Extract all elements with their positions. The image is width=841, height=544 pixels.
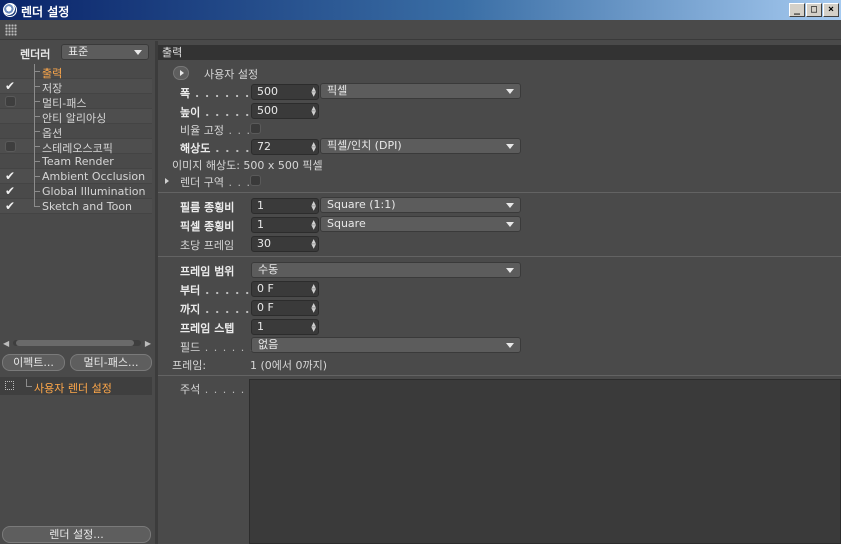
sidebar-item-multipass[interactable]: 멀티-패스 [0,94,152,110]
separator [158,256,841,257]
sidebar-item-global-illumination[interactable]: ✔ Global Illumination [0,184,152,199]
chevron-down-icon [506,89,514,94]
render-region-label: 렌더 구역 . . . [180,176,251,189]
fields-select[interactable]: 없음 [251,337,521,353]
sidebar-item-label: Team Render [42,155,114,168]
chevron-down-icon [506,222,514,227]
render-settings-button[interactable]: 렌더 설정... [2,526,151,543]
notes-label: 주석 . . . . . . [180,383,255,396]
chevron-down-icon [506,343,514,348]
custom-setting-label: 사용자 렌더 설정 [34,382,112,395]
from-input[interactable]: 0 F ▲ ▼ [251,281,319,297]
frames-value: 1 (0에서 0까지) [250,359,328,372]
checkmark-icon[interactable]: ✔ [5,170,16,182]
sidebar: 렌더러 표준 출력 ✔ 저장 멀티-패스 안티 알리아싱 옵션 스테레오스코픽 … [0,41,155,544]
pixel-aspect-input[interactable]: 1 ▲ ▼ [251,217,319,233]
checkbox-unchecked[interactable] [5,96,16,107]
sidebar-item-options[interactable]: 옵션 [0,124,152,140]
expand-icon[interactable] [5,381,14,390]
scroll-right-icon[interactable]: ▶ [145,339,151,348]
separator [158,375,841,376]
custom-render-setting-item[interactable]: 사용자 렌더 설정 [0,377,152,395]
sidebar-item-team-render[interactable]: Team Render [0,154,152,169]
frame-step-input[interactable]: 1 ▲ ▼ [251,319,319,335]
checkmark-icon[interactable]: ✔ [5,185,16,197]
chevron-down-icon [134,50,142,55]
close-button[interactable]: × [823,3,839,17]
sidebar-item-ambient-occlusion[interactable]: ✔ Ambient Occlusion [0,169,152,184]
resolution-label: 해상도 . . . . . [180,142,261,155]
preset-menu-button[interactable] [173,66,189,80]
checkbox-unchecked[interactable] [5,141,16,152]
chevron-down-icon [506,144,514,149]
checkmark-icon[interactable]: ✔ [5,80,16,92]
renderer-value: 표준 [68,45,89,58]
output-settings-panel: 출력 사용자 설정 폭 . . . . . . . . . 500 ▲ ▼ 픽셀 높… [158,41,841,544]
scrollbar-thumb[interactable] [16,340,134,346]
sidebar-item-label: Ambient Occlusion [42,170,146,183]
section-title: 출력 [158,45,841,60]
menu-bar [0,20,841,40]
sidebar-item-output[interactable]: 출력 [0,64,152,80]
width-unit-select[interactable]: 픽셀 [320,83,521,99]
lock-ratio-checkbox[interactable] [250,123,261,134]
pixel-aspect-label: 픽셀 종횡비 [180,220,235,233]
preset-label: 사용자 설정 [204,68,259,81]
resolution-input[interactable]: 72 ▲ ▼ [251,139,319,155]
sidebar-item-stereoscopic[interactable]: 스테레오스코픽 [0,139,152,155]
notes-textarea[interactable] [249,379,841,544]
frame-range-label: 프레임 범위 [180,265,235,278]
chevron-down-icon [506,268,514,273]
height-input[interactable]: 500 ▲ ▼ [251,103,319,119]
chevron-down-icon [506,203,514,208]
effects-button[interactable]: 이펙트... [2,354,65,371]
sidebar-item-sketch-and-toon[interactable]: ✔ Sketch and Toon [0,199,152,214]
scroll-left-icon[interactable]: ◀ [3,339,9,348]
maximize-button[interactable]: □ [806,3,822,17]
sidebar-item-label: Global Illumination [42,185,146,198]
frames-label: 프레임: [172,359,207,372]
fps-label: 초당 프레임 [180,239,235,252]
separator [158,192,841,193]
window-title: 렌더 설정 [21,5,70,19]
lock-ratio-label: 비율 고정 . . . [180,124,251,137]
fps-input[interactable]: 30 ▲ ▼ [251,236,319,252]
pixel-aspect-select[interactable]: Square [320,216,521,232]
sidebar-item-save[interactable]: ✔ 저장 [0,79,152,95]
settings-tree: 출력 ✔ 저장 멀티-패스 안티 알리아싱 옵션 스테레오스코픽 Team Re… [0,64,152,214]
resolution-unit-select[interactable]: 픽셀/인치 (DPI) [320,138,521,154]
grip-icon[interactable] [5,24,17,36]
app-logo-icon [3,3,17,17]
film-aspect-select[interactable]: Square (1:1) [320,197,521,213]
sidebar-item-antialiasing[interactable]: 안티 알리아싱 [0,109,152,125]
minimize-button[interactable]: _ [789,3,805,17]
checkmark-icon[interactable]: ✔ [5,200,16,212]
render-region-checkbox[interactable] [250,175,261,186]
renderer-label: 렌더러 [20,48,51,61]
to-input[interactable]: 0 F ▲ ▼ [251,300,319,316]
title-bar: 렌더 설정 _ □ × [0,0,841,20]
width-input[interactable]: 500 ▲ ▼ [251,84,319,100]
film-aspect-label: 필름 종횡비 [180,201,235,214]
horizontal-scrollbar[interactable]: ◀ ▶ [3,338,151,348]
expand-arrow-icon[interactable] [165,178,169,184]
frame-range-select[interactable]: 수동 [251,262,521,278]
frame-step-label: 프레임 스텝 [180,322,235,335]
film-aspect-input[interactable]: 1 ▲ ▼ [251,198,319,214]
image-resolution-text: 이미지 해상도: 500 x 500 픽셀 [172,159,323,172]
multipass-button[interactable]: 멀티-패스... [70,354,152,371]
sidebar-item-label: Sketch and Toon [42,200,133,213]
renderer-select[interactable]: 표준 [61,44,149,60]
